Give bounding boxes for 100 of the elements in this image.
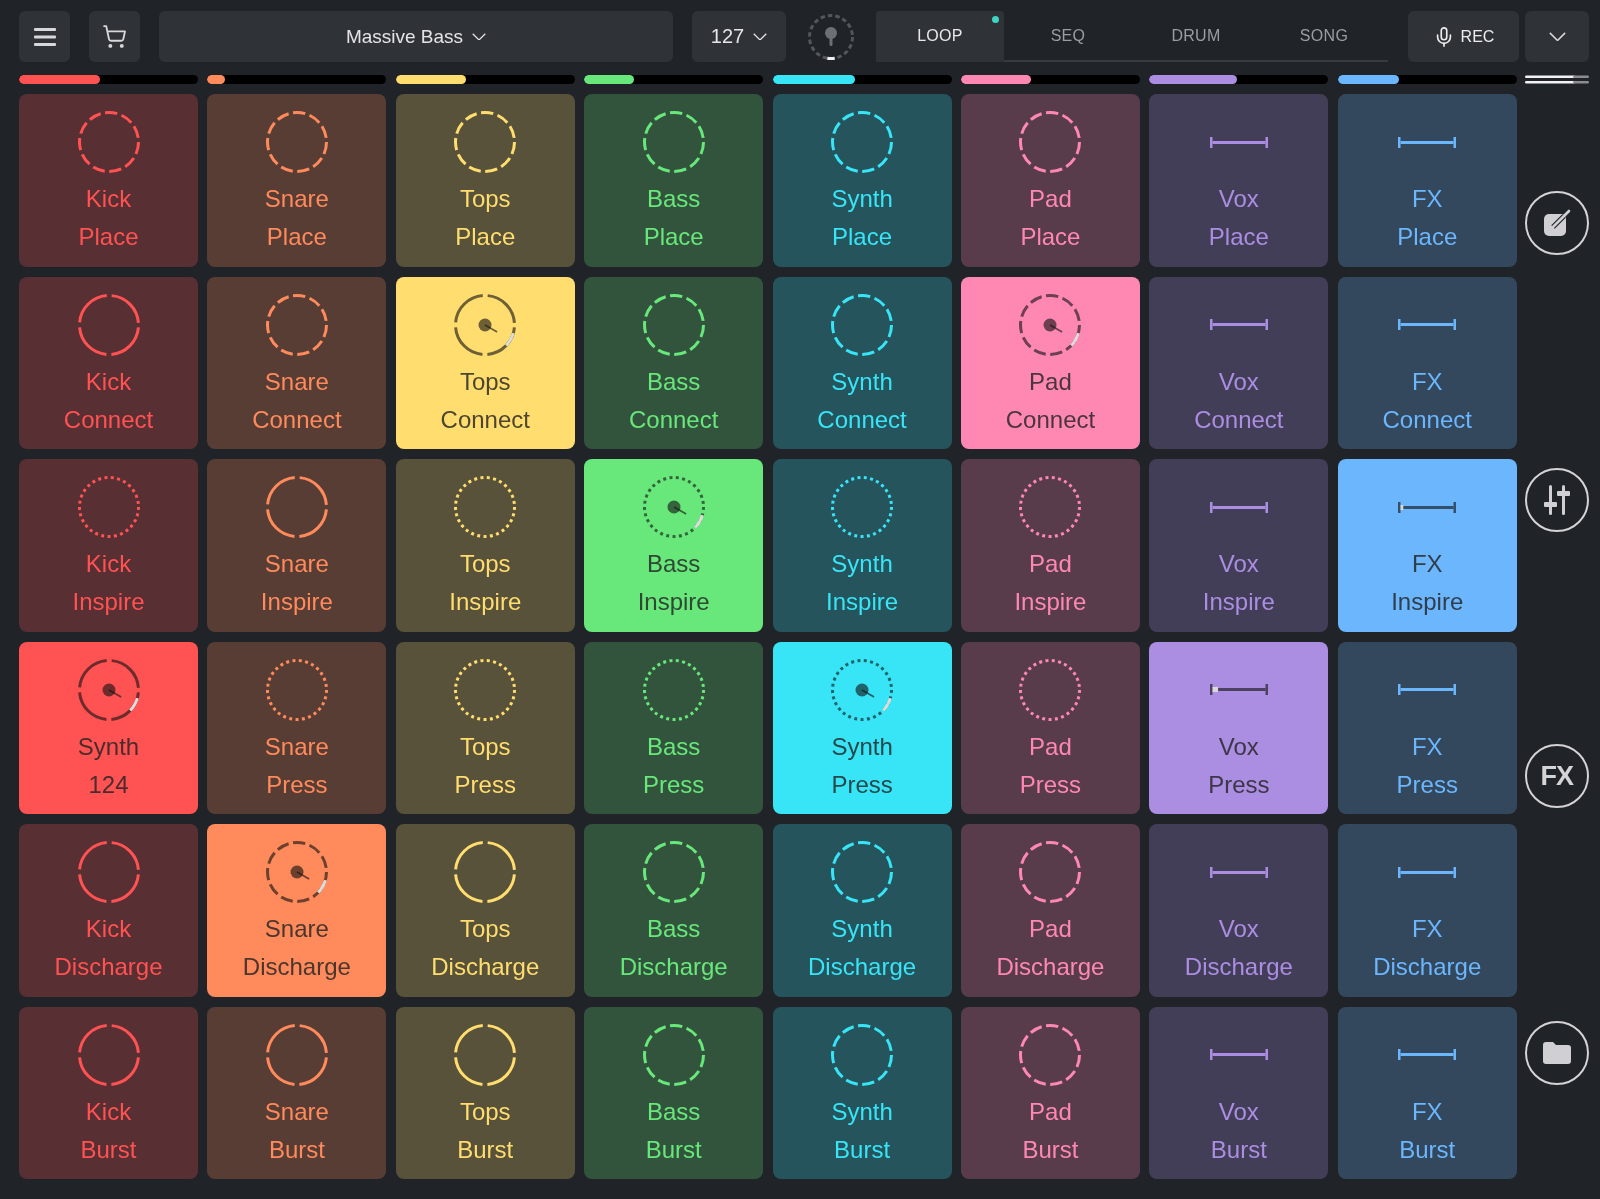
sample-pad[interactable]: Synth 124: [19, 641, 198, 814]
mode-tab[interactable]: SEQ: [1004, 11, 1132, 62]
sample-pad[interactable]: Synth Connect: [772, 276, 952, 449]
sample-pad[interactable]: Pad Press: [960, 641, 1140, 814]
dial-icon: [265, 841, 328, 903]
menu-button[interactable]: [19, 11, 70, 62]
dial-icon[interactable]: [808, 13, 854, 60]
dashed-ring-icon: [454, 111, 517, 173]
sample-pad[interactable]: Kick Place: [19, 94, 198, 267]
sample-pad[interactable]: FX Connect: [1337, 276, 1517, 449]
sample-pad[interactable]: Snare Connect: [207, 276, 387, 449]
folder-button[interactable]: [1524, 1020, 1589, 1085]
dial-icon: [77, 658, 140, 721]
dotted-ring-icon: [77, 476, 140, 538]
sample-pad[interactable]: Snare Inspire: [207, 459, 387, 632]
dotted-ring-icon: [265, 658, 328, 721]
sliders-icon: [1542, 484, 1571, 515]
sample-pad[interactable]: Synth Inspire: [772, 459, 952, 632]
dashed-ring-icon: [831, 1023, 894, 1086]
mode-tab[interactable]: SONG: [1260, 11, 1388, 62]
dashed-ring-icon: [1019, 841, 1082, 903]
cart-button[interactable]: [89, 11, 140, 62]
sample-pad[interactable]: Tops Press: [395, 641, 575, 814]
edit-icon: [1542, 209, 1571, 237]
fx-button[interactable]: FX: [1524, 744, 1589, 809]
sample-pad[interactable]: Vox Connect: [1149, 276, 1329, 449]
sample-pad[interactable]: Bass Place: [584, 94, 764, 267]
sample-pad[interactable]: Kick Burst: [19, 1006, 198, 1179]
segmented-ring-icon: [454, 1023, 517, 1086]
capped-line-icon: [1209, 501, 1268, 513]
sample-pad[interactable]: Vox Press: [1149, 641, 1329, 814]
sample-pad[interactable]: Vox Place: [1149, 94, 1329, 267]
sample-pad[interactable]: Tops Connect: [395, 276, 575, 449]
segmented-ring-icon: [265, 1023, 328, 1086]
sample-pad[interactable]: Tops Inspire: [395, 459, 575, 632]
sample-pad[interactable]: Pad Discharge: [960, 824, 1140, 997]
mode-tab[interactable]: LOOP: [876, 11, 1004, 62]
mode-tab[interactable]: DRUM: [1132, 11, 1260, 62]
sample-pad[interactable]: Pad Burst: [960, 1006, 1140, 1179]
dial-icon: [642, 476, 705, 538]
dial-icon: [1019, 293, 1082, 356]
sample-pad[interactable]: Synth Press: [772, 641, 952, 814]
capped-line-icon: [1209, 866, 1268, 878]
sample-pad[interactable]: Bass Inspire: [584, 459, 764, 632]
capped-line-icon: [1209, 684, 1268, 695]
dotted-ring-icon: [1019, 658, 1082, 721]
sample-pad[interactable]: Snare Place: [207, 94, 387, 267]
sample-pad[interactable]: FX Burst: [1337, 1006, 1517, 1179]
record-button[interactable]: REC: [1408, 11, 1519, 62]
chevron-down-icon: [472, 32, 487, 41]
sample-pad[interactable]: Kick Discharge: [19, 824, 198, 997]
sample-pad[interactable]: Pad Connect: [960, 276, 1140, 449]
sample-pad[interactable]: Pad Place: [960, 94, 1140, 267]
segmented-ring-icon: [77, 841, 140, 903]
sample-pad[interactable]: Vox Discharge: [1149, 824, 1329, 997]
sample-pad[interactable]: Synth Burst: [772, 1006, 952, 1179]
sample-pad[interactable]: Snare Burst: [207, 1006, 387, 1179]
preset-dropdown[interactable]: Massive Bass: [159, 11, 673, 62]
segmented-ring-icon: [77, 293, 140, 356]
dotted-ring-icon: [642, 658, 705, 721]
chevron-down-icon: [1548, 31, 1566, 42]
sample-pad[interactable]: Kick Inspire: [19, 459, 198, 632]
sample-pad[interactable]: Synth Discharge: [772, 824, 952, 997]
sample-pad[interactable]: Snare Discharge: [207, 824, 387, 997]
sample-pad[interactable]: Tops Place: [395, 94, 575, 267]
sample-pad[interactable]: Pad Inspire: [960, 459, 1140, 632]
dial-icon: [831, 658, 894, 721]
sample-pad[interactable]: FX Place: [1337, 94, 1517, 267]
dial-icon: [454, 293, 517, 356]
sample-pad[interactable]: Bass Press: [584, 641, 764, 814]
capped-line-icon: [1398, 501, 1457, 513]
dashed-ring-icon: [265, 111, 328, 173]
mixer-button[interactable]: [1524, 467, 1589, 532]
dashed-ring-icon: [1019, 1023, 1082, 1086]
sample-pad[interactable]: Tops Burst: [395, 1006, 575, 1179]
sample-pad[interactable]: FX Press: [1337, 641, 1517, 814]
cart-icon: [102, 24, 127, 49]
dashed-ring-icon: [642, 841, 705, 903]
capped-line-icon: [1209, 136, 1268, 148]
sample-pad[interactable]: Vox Inspire: [1149, 459, 1329, 632]
tempo-dropdown[interactable]: 127: [692, 11, 786, 62]
capped-line-icon: [1398, 1049, 1457, 1060]
sample-pad[interactable]: Snare Press: [207, 641, 387, 814]
sample-pad[interactable]: Tops Discharge: [395, 824, 575, 997]
sample-pad[interactable]: Vox Burst: [1149, 1006, 1329, 1179]
dashed-ring-icon: [642, 111, 705, 173]
sample-pad[interactable]: FX Discharge: [1337, 824, 1517, 997]
sample-pad[interactable]: Bass Discharge: [584, 824, 764, 997]
sample-pad[interactable]: Synth Place: [772, 94, 952, 267]
edit-button[interactable]: [1524, 191, 1589, 255]
double-line-icon: [1524, 75, 1589, 84]
sample-pad[interactable]: Bass Connect: [584, 276, 764, 449]
sample-pad[interactable]: Bass Burst: [584, 1006, 764, 1179]
dashed-ring-icon: [831, 293, 894, 356]
sample-pad[interactable]: FX Inspire: [1337, 459, 1517, 632]
segmented-ring-icon: [265, 476, 328, 538]
dashed-ring-icon: [831, 841, 894, 903]
sample-pad[interactable]: Kick Connect: [19, 276, 198, 449]
capped-line-icon: [1209, 1049, 1268, 1060]
dotted-ring-icon: [831, 476, 894, 538]
